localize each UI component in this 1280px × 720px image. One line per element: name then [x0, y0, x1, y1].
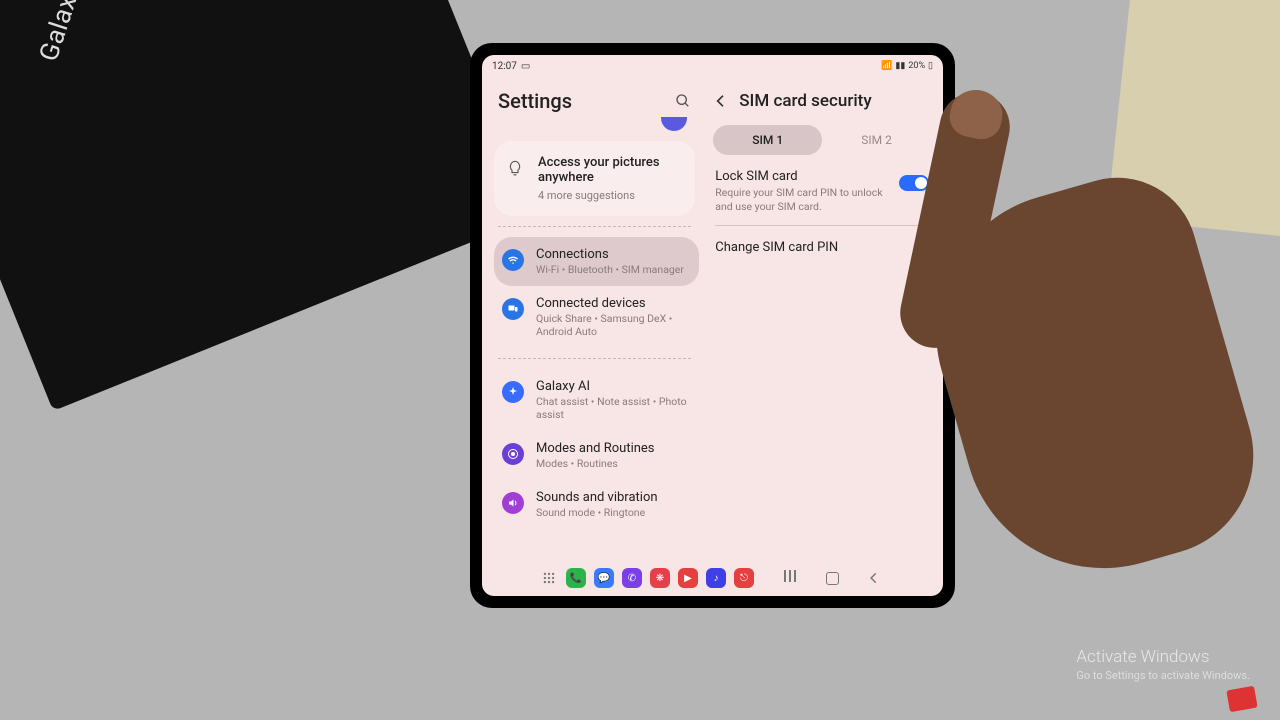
settings-item-title: Connections	[536, 247, 684, 262]
account-avatar[interactable]	[494, 117, 695, 131]
devices-icon	[502, 298, 524, 320]
settings-item-subtitle: Quick Share • Samsung DeX • Android Auto	[536, 312, 687, 338]
divider	[498, 358, 691, 359]
settings-item-title: Modes and Routines	[536, 441, 655, 456]
lock-sim-title: Lock SIM card	[715, 169, 889, 184]
tablet-screen: 12:07 ▭ 📶 ▮▮ 20% ▯ Settings	[482, 55, 943, 596]
ai-icon	[502, 381, 524, 403]
lock-sim-toggle[interactable]	[899, 175, 929, 191]
back-icon[interactable]	[713, 93, 729, 109]
notification-icon: ▭	[521, 61, 530, 72]
settings-item-title: Connected devices	[536, 296, 687, 311]
suggestion-title: Access your picturesanywhere	[538, 155, 660, 185]
sim-tabs: SIM 1 SIM 2	[709, 125, 935, 155]
dock-app-youtube[interactable]: ▶	[678, 568, 698, 588]
settings-item-title: Sounds and vibration	[536, 490, 658, 505]
change-pin-title: Change SIM card PIN	[715, 240, 838, 255]
settings-detail-pane: SIM card security SIM 1 SIM 2 Lock SIM c…	[703, 77, 943, 560]
modes-icon	[502, 443, 524, 465]
settings-item-subtitle: Sound mode • Ringtone	[536, 506, 658, 519]
recents-button[interactable]	[782, 570, 798, 586]
app-dock: 📞 💬 ✆ ❋ ▶ ♪ ⎋	[566, 568, 754, 588]
sound-icon	[502, 492, 524, 514]
battery-text: 20%	[908, 61, 925, 71]
lock-sim-desc: Require your SIM card PIN to unlock and …	[715, 186, 889, 213]
product-box: Galaxy Z Fold6	[0, 0, 535, 411]
settings-item-subtitle: Modes • Routines	[536, 457, 655, 470]
change-pin-row[interactable]: Change SIM card PIN	[709, 226, 935, 267]
divider	[498, 226, 691, 227]
lock-sim-row[interactable]: Lock SIM card Require your SIM card PIN …	[709, 155, 935, 225]
settings-title: Settings	[498, 89, 572, 113]
settings-item-modes[interactable]: Modes and Routines Modes • Routines	[494, 431, 695, 480]
activate-windows-watermark: Activate Windows Go to Settings to activ…	[1076, 647, 1250, 682]
dock-app-7[interactable]: ⎋	[734, 568, 754, 588]
back-button[interactable]	[867, 570, 883, 586]
navigation-bar: 📞 💬 ✆ ❋ ▶ ♪ ⎋	[482, 560, 943, 596]
dock-app-6[interactable]: ♪	[706, 568, 726, 588]
battery-icon: ▯	[928, 61, 933, 71]
wifi-icon: 📶	[881, 61, 892, 71]
settings-item-subtitle: Wi-Fi • Bluetooth • SIM manager	[536, 263, 684, 276]
settings-master-pane: Settings Access your picturesanywhere 4 …	[482, 77, 703, 560]
search-icon[interactable]	[675, 93, 691, 109]
channel-logo	[1226, 686, 1257, 713]
page-title: SIM card security	[739, 91, 871, 111]
signal-icon: ▮▮	[895, 61, 905, 71]
settings-item-subtitle: Chat assist • Note assist • Photo assist	[536, 395, 687, 421]
suggestion-card[interactable]: Access your picturesanywhere 4 more sugg…	[494, 141, 695, 216]
lightbulb-icon	[506, 159, 524, 177]
wifi-icon	[502, 249, 524, 271]
tab-sim2[interactable]: SIM 2	[822, 125, 931, 155]
box-label: Galaxy Z Fold6	[34, 0, 117, 65]
tablet-frame: 12:07 ▭ 📶 ▮▮ 20% ▯ Settings	[470, 43, 955, 608]
settings-item-sounds[interactable]: Sounds and vibration Sound mode • Ringto…	[494, 480, 695, 529]
clock: 12:07	[492, 61, 517, 72]
home-button[interactable]	[826, 572, 839, 585]
dock-app-phone[interactable]: 📞	[566, 568, 586, 588]
tab-sim1[interactable]: SIM 1	[713, 125, 822, 155]
dock-app-4[interactable]: ❋	[650, 568, 670, 588]
status-bar: 12:07 ▭ 📶 ▮▮ 20% ▯	[482, 55, 943, 77]
desk-object	[1107, 0, 1280, 241]
dock-app-messages[interactable]: 💬	[594, 568, 614, 588]
settings-item-galaxy-ai[interactable]: Galaxy AI Chat assist • Note assist • Ph…	[494, 369, 695, 431]
apps-grid-icon[interactable]	[542, 571, 556, 585]
settings-item-title: Galaxy AI	[536, 379, 687, 394]
settings-item-connected-devices[interactable]: Connected devices Quick Share • Samsung …	[494, 286, 695, 348]
dock-app-viber[interactable]: ✆	[622, 568, 642, 588]
settings-item-connections[interactable]: Connections Wi-Fi • Bluetooth • SIM mana…	[494, 237, 699, 286]
suggestion-more: 4 more suggestions	[538, 189, 660, 202]
